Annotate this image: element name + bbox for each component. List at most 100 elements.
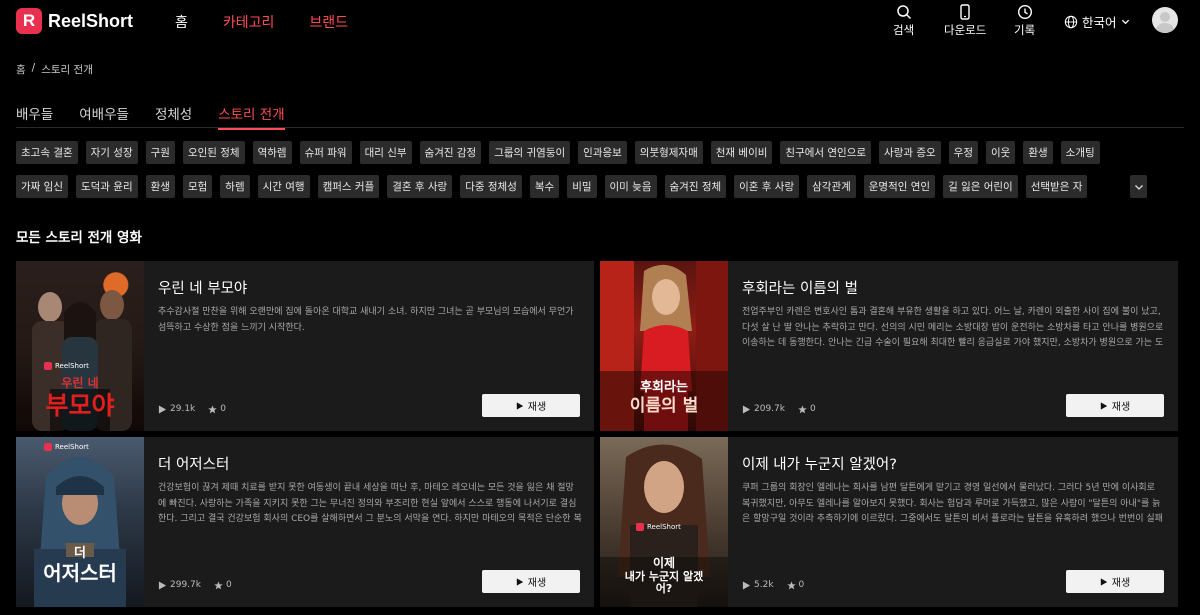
breadcrumb-separator: / — [31, 62, 36, 74]
poster-title-small: 후회라는 — [640, 380, 688, 395]
logo-icon: R — [16, 8, 42, 34]
movie-card[interactable]: ReelShort 더 어저스터 더 어저스터 건강보험이 끊겨 제때 치료를 … — [16, 437, 594, 607]
tag-chip[interactable]: 숨겨진 감정 — [419, 141, 482, 164]
card-title[interactable]: 이제 내가 누군지 알겠어? — [742, 453, 897, 474]
tag-chip[interactable]: 이미 늦음 — [604, 175, 657, 198]
poster-image[interactable]: 후회라는 이름의 벌 — [600, 261, 728, 431]
tag-chip[interactable]: 복수 — [529, 175, 560, 198]
tag-chip[interactable]: 슈퍼 파워 — [299, 141, 352, 164]
card-stats: 5.2k 0 — [742, 580, 804, 590]
card-stats: 209.7k 0 — [742, 404, 816, 414]
tag-chip[interactable]: 의붓형제자매 — [634, 141, 703, 164]
breadcrumb-home[interactable]: 홈 — [16, 62, 26, 77]
tag-chip[interactable]: 결혼 후 사랑 — [387, 175, 453, 198]
tag-chip[interactable]: 자기 성장 — [85, 141, 138, 164]
play-icon — [516, 401, 523, 410]
tag-chip[interactable]: 비밀 — [567, 175, 597, 198]
tag-chip[interactable]: 환생 — [1023, 141, 1053, 164]
tag-chip[interactable]: 역하렘 — [252, 141, 292, 164]
play-count-icon — [742, 404, 751, 414]
poster-brand-badge: ReelShort — [44, 362, 89, 370]
tag-chip[interactable]: 선택받은 자 — [1025, 175, 1088, 198]
movie-card[interactable]: ReelShort 우린 네 부모야 우린 네 부모야 추수감사절 만찬을 위해… — [16, 261, 594, 431]
nav-brand[interactable]: 브랜드 — [309, 12, 348, 32]
expand-tags-button[interactable] — [1130, 175, 1147, 198]
language-selector[interactable]: 한국어 — [1064, 12, 1130, 31]
tag-chip[interactable]: 소개팅 — [1060, 141, 1100, 164]
category-tabs: 배우들 여배우들 정체성 스토리 전개 — [16, 103, 286, 130]
play-button[interactable]: 재생 — [482, 570, 580, 593]
brand-logo[interactable]: R ReelShort — [16, 8, 133, 34]
tag-chip[interactable]: 다중 정체성 — [460, 175, 522, 198]
tag-chip[interactable]: 삼각관계 — [807, 175, 856, 198]
tag-row-2: 가짜 임신 도덕과 윤리 환생 모험 하렘 시간 여행 캠퍼스 커플 결혼 후 사랑 다중 정체… — [16, 175, 1088, 198]
poster-brand-badge: ReelShort — [44, 443, 89, 451]
play-button[interactable]: 재생 — [482, 394, 580, 417]
tag-chip[interactable]: 캠퍼스 커플 — [317, 175, 380, 198]
play-icon — [1100, 401, 1107, 410]
logo-text: ReelShort — [48, 10, 134, 31]
card-title[interactable]: 우린 네 부모야 — [158, 277, 247, 298]
tag-chip[interactable]: 시간 여행 — [257, 175, 310, 198]
poster-title-small: 우린 네 — [61, 376, 99, 390]
play-button[interactable]: 재생 — [1066, 394, 1164, 417]
tag-chip[interactable]: 하렘 — [220, 175, 250, 198]
history-button[interactable]: 기록 — [1014, 4, 1035, 38]
play-icon — [1100, 577, 1107, 586]
tab-story[interactable]: 스토리 전개 — [218, 103, 286, 130]
card-stats: 29.1k 0 — [158, 404, 226, 414]
tag-chip[interactable]: 이혼 후 사랑 — [734, 175, 800, 198]
tag-chip[interactable]: 환생 — [145, 175, 175, 198]
poster-title-big: 부모야 — [45, 391, 115, 420]
tag-chip[interactable]: 대리 신부 — [359, 141, 412, 164]
like-count: 0 — [220, 404, 226, 414]
poster-title-big: 어저스터 — [43, 561, 117, 585]
tag-chip[interactable]: 숨겨진 정체 — [664, 175, 727, 198]
poster-image[interactable]: ReelShort 더 어저스터 — [16, 437, 144, 607]
play-count-icon — [742, 580, 751, 590]
tag-chip[interactable]: 도덕과 윤리 — [75, 175, 138, 198]
tag-chip[interactable]: 운명적인 연인 — [863, 175, 936, 198]
star-icon — [208, 404, 217, 413]
tab-actors[interactable]: 배우들 — [16, 103, 53, 130]
main-nav: 홈 카테고리 브랜드 — [175, 12, 348, 32]
tag-chip[interactable]: 가짜 임신 — [16, 175, 68, 198]
search-button[interactable]: 검색 — [893, 4, 914, 38]
avatar[interactable] — [1152, 7, 1178, 33]
play-label: 재생 — [527, 578, 547, 589]
play-icon — [516, 577, 523, 586]
tag-chip[interactable]: 천재 베이비 — [710, 141, 773, 164]
card-title[interactable]: 후회라는 이름의 벌 — [742, 277, 858, 298]
section-title: 모든 스토리 전개 영화 — [16, 230, 142, 246]
tab-actresses[interactable]: 여배우들 — [79, 103, 129, 130]
card-title[interactable]: 더 어저스터 — [158, 453, 229, 474]
card-description: 쿠퍼 그룹의 회장인 엘레나는 회사를 남편 달튼에게 맡기고 경영 일선에서 … — [742, 483, 1163, 524]
nav-category[interactable]: 카테고리 — [223, 12, 275, 32]
star-icon — [214, 580, 223, 589]
movie-card[interactable]: ReelShort 이제 내가 누군지 알겠어? 이제 내가 누군지 알겠어? … — [600, 437, 1178, 607]
tab-identity[interactable]: 정체성 — [155, 103, 192, 130]
tag-chip[interactable]: 그룹의 귀염둥이 — [489, 141, 571, 164]
poster-image[interactable]: ReelShort 이제 내가 누군지 알겠어? — [600, 437, 728, 607]
tag-chip[interactable]: 모험 — [182, 175, 213, 198]
tag-chip[interactable]: 길 잃은 어린이 — [943, 175, 1018, 198]
tag-chip[interactable]: 구원 — [145, 141, 175, 164]
nav-home[interactable]: 홈 — [175, 12, 188, 32]
search-icon — [896, 5, 911, 20]
tag-chip[interactable]: 초고속 결혼 — [16, 141, 78, 164]
play-button[interactable]: 재생 — [1066, 570, 1164, 593]
play-count-icon — [158, 580, 167, 590]
download-button[interactable]: 다운로드 — [944, 4, 986, 38]
movie-card[interactable]: 후회라는 이름의 벌 후회라는 이름의 벌 전업주부인 카렌은 변호사인 톰과 … — [600, 261, 1178, 431]
tag-chip[interactable]: 사랑과 증오 — [879, 141, 941, 164]
tag-chip[interactable]: 인과응보 — [578, 141, 627, 164]
tag-chip[interactable]: 우정 — [948, 141, 978, 164]
tag-chip[interactable]: 친구에서 연인으로 — [780, 141, 872, 164]
poster-title-big: 내가 누군지 알겠어? — [624, 570, 704, 595]
play-label: 재생 — [527, 402, 547, 413]
tag-chip[interactable]: 이웃 — [986, 141, 1016, 164]
tag-chip[interactable]: 오인된 정체 — [182, 141, 245, 164]
card-description: 전업주부인 카렌은 변호사인 톰과 결혼해 부유한 생활을 하고 있다. 어느 … — [742, 307, 1164, 348]
clock-icon — [1017, 4, 1032, 20]
poster-image[interactable]: ReelShort 우린 네 부모야 — [16, 261, 144, 431]
